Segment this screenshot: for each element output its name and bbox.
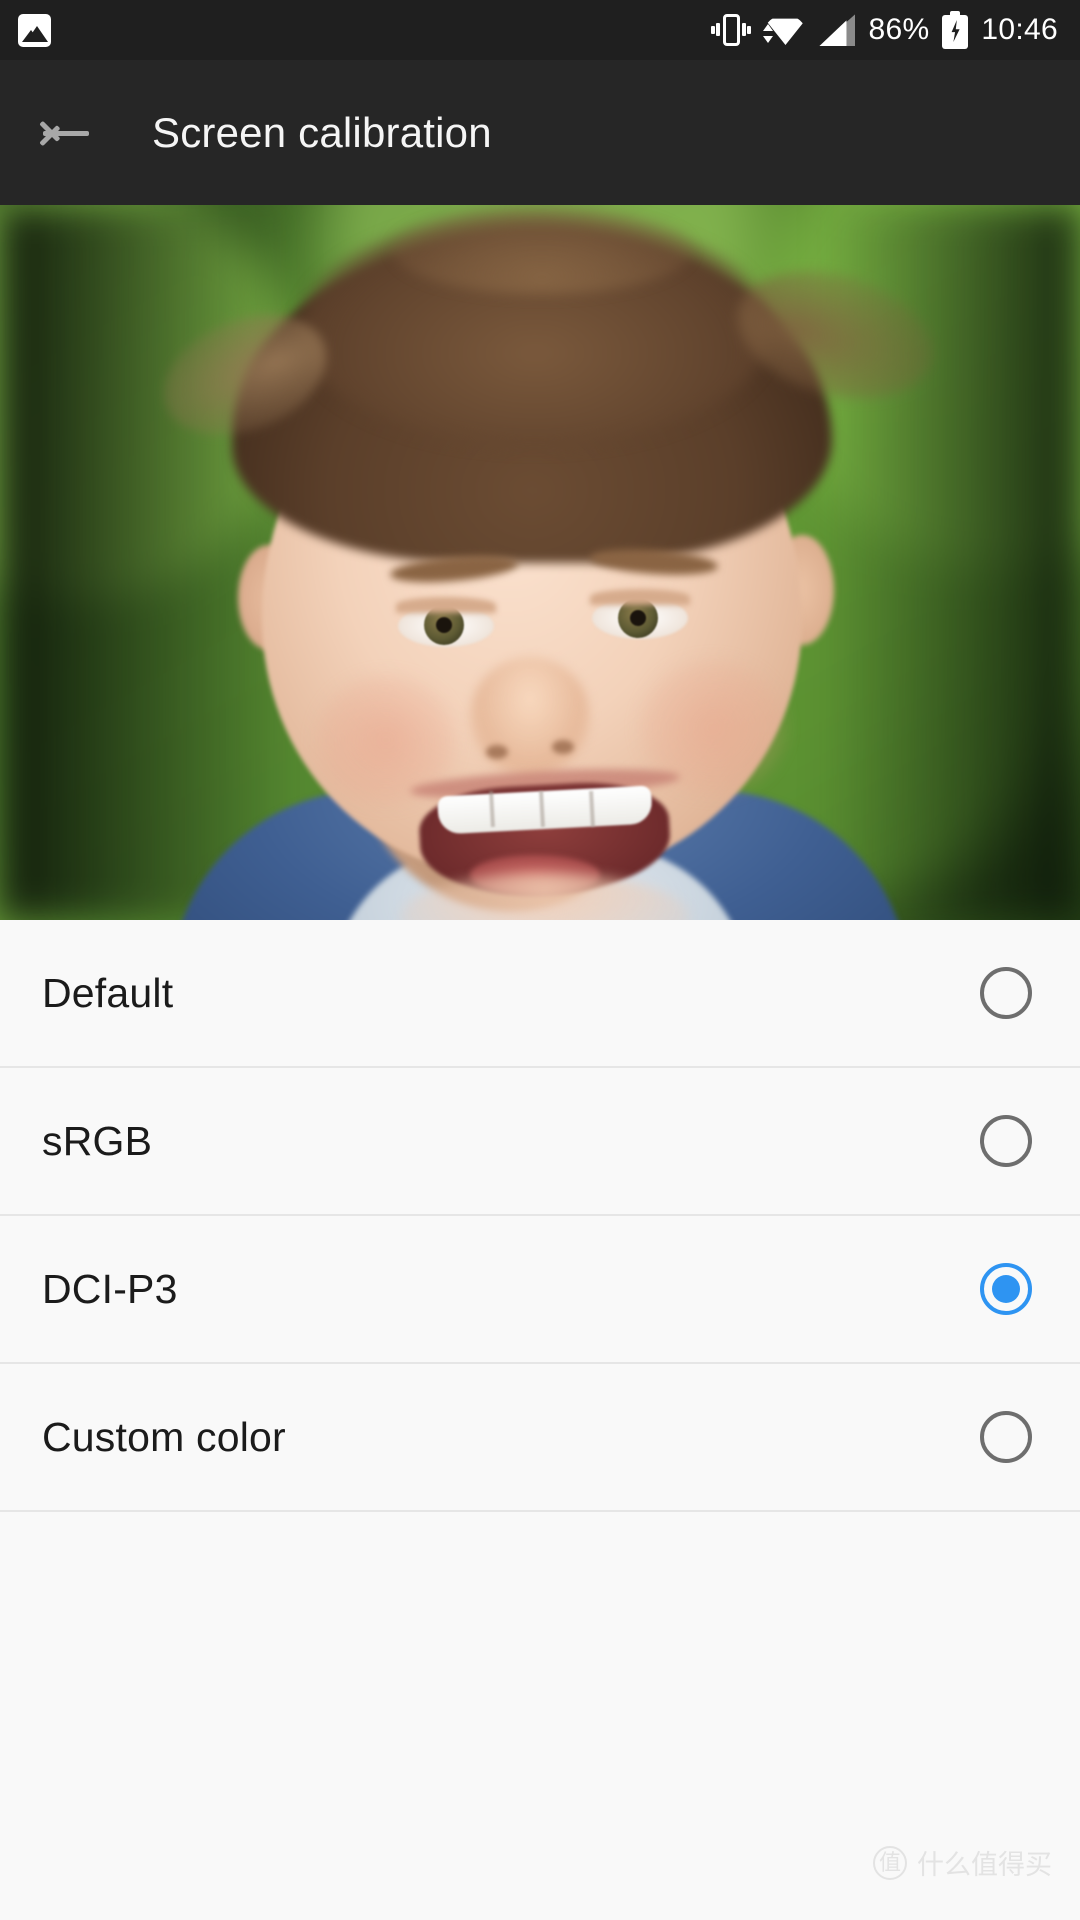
radio-srgb[interactable] — [980, 1115, 1032, 1167]
pupil-right — [630, 610, 646, 626]
photo-icon — [18, 13, 51, 47]
radio-default[interactable] — [980, 967, 1032, 1019]
option-row-srgb[interactable]: sRGB — [0, 1068, 1080, 1216]
status-bar-system-icons: 86% 10:46 — [711, 11, 1080, 49]
calibration-preview-image[interactable] — [0, 205, 1080, 920]
option-label: DCI-P3 — [42, 1265, 178, 1312]
option-row-dci-p3[interactable]: DCI-P3 — [0, 1216, 1080, 1364]
radio-dci-p3[interactable] — [980, 1263, 1032, 1315]
status-bar: 86% 10:46 — [0, 0, 1080, 60]
option-row-custom-color[interactable]: Custom color — [0, 1364, 1080, 1512]
option-row-default[interactable]: Default — [0, 920, 1080, 1068]
pupil-left — [436, 617, 452, 633]
nose — [470, 657, 590, 777]
phone-screen: 86% 10:46 Screen calibration Default sRG… — [0, 0, 1080, 1920]
hair-wisp-top — [392, 205, 692, 295]
watermark-text: 什么值得买 — [917, 1850, 1052, 1880]
eyelid-left — [396, 597, 496, 613]
radio-custom-color[interactable] — [980, 1411, 1032, 1463]
eyelid-right — [590, 589, 690, 605]
page-title: Screen calibration — [152, 108, 492, 156]
option-label: sRGB — [42, 1117, 153, 1164]
watermark-badge-icon: 值 — [873, 1845, 907, 1880]
status-bar-notifications — [0, 13, 51, 47]
nostril-left — [486, 745, 508, 759]
nostril-right — [552, 740, 574, 754]
watermark: 值 什么值得买 — [873, 1843, 1052, 1882]
battery-percent-label: 86% — [868, 13, 930, 46]
cellular-signal-icon — [819, 14, 856, 46]
option-label: Custom color — [42, 1413, 286, 1460]
back-button[interactable] — [0, 60, 130, 205]
option-label: Default — [42, 969, 174, 1016]
vibrate-icon — [711, 11, 752, 49]
clock-label: 10:46 — [981, 13, 1058, 46]
calibration-options-list: Default sRGB DCI-P3 Custom color — [0, 920, 1080, 1512]
battery-charging-icon — [942, 11, 969, 49]
preview-subject — [0, 205, 1080, 920]
wifi-icon — [763, 13, 807, 47]
app-bar: Screen calibration — [0, 60, 1080, 205]
back-arrow-icon — [39, 113, 91, 153]
